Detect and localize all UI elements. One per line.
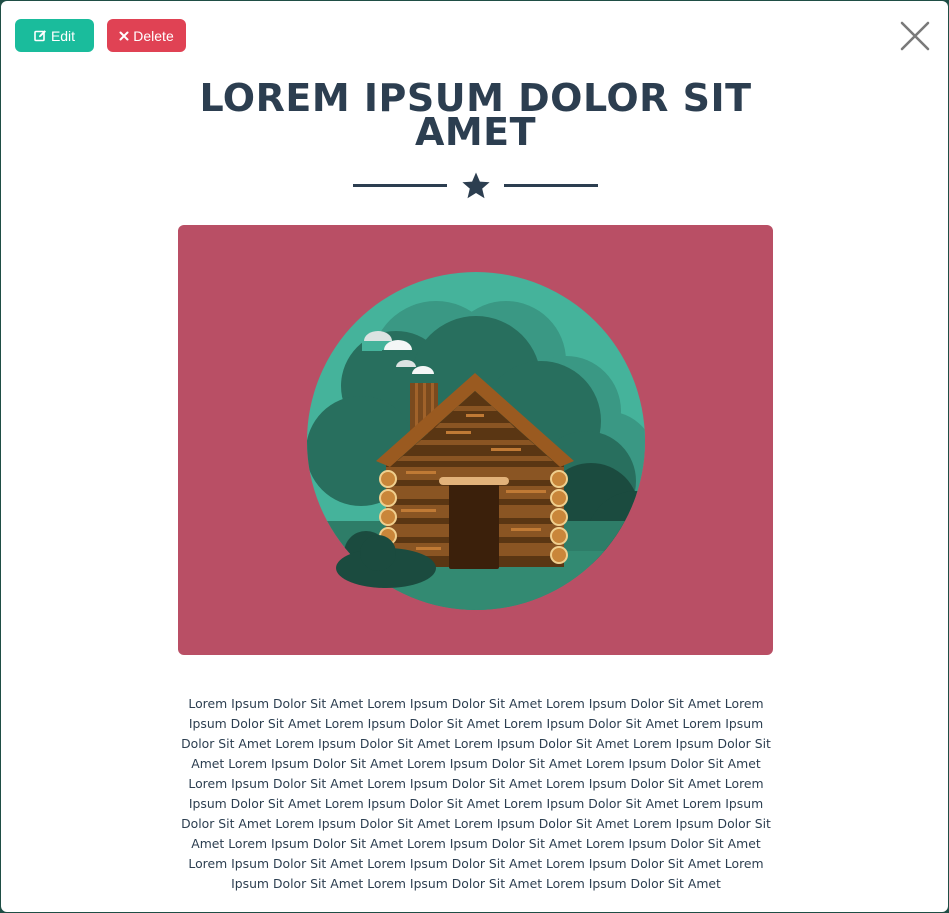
delete-button[interactable]: Delete xyxy=(107,19,186,52)
portfolio-modal: Edit Delete LOREM IPSUM DOLOR SIT AMET L… xyxy=(1,1,948,912)
title-divider xyxy=(353,171,598,201)
edit-button[interactable]: Edit xyxy=(15,19,94,52)
edit-icon xyxy=(34,29,47,42)
portfolio-image xyxy=(178,225,773,655)
log-cabin-illustration xyxy=(307,272,645,610)
divider-line-left xyxy=(353,184,447,187)
edit-button-label: Edit xyxy=(50,27,76,44)
modal-description: Lorem Ipsum Dolor Sit Amet Lorem Ipsum D… xyxy=(181,696,771,891)
delete-button-label: Delete xyxy=(133,27,174,44)
close-icon xyxy=(900,21,930,51)
star-icon xyxy=(462,172,490,199)
close-button[interactable] xyxy=(899,20,931,52)
times-icon xyxy=(119,31,129,41)
modal-title: LOREM IPSUM DOLOR SIT AMET xyxy=(199,76,752,154)
divider-line-right xyxy=(504,184,598,187)
